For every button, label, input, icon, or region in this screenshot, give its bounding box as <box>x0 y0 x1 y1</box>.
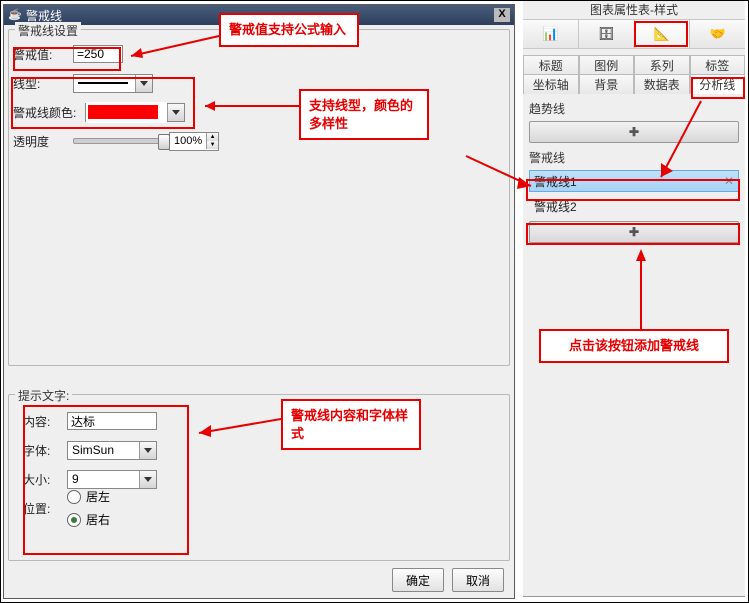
icon-tab-data[interactable]: 🗄 <box>579 20 635 48</box>
alert-item-1[interactable]: 警戒线1 ✕ <box>529 170 739 192</box>
settings-fieldset: 警戒线设置 警戒值: 线型: 警戒线颜色: 透明度 <box>8 29 510 366</box>
font-label: 字体: <box>23 442 67 459</box>
font-value: SimSun <box>72 443 114 457</box>
tab-datatable[interactable]: 数据表 <box>634 74 690 94</box>
chevron-down-icon[interactable] <box>167 104 184 121</box>
opacity-slider[interactable] <box>73 138 165 144</box>
color-label: 警戒线颜色: <box>13 104 85 121</box>
callout-add: 点击该按钮添加警戒线 <box>539 329 729 363</box>
tab-label[interactable]: 标签 <box>690 55 746 75</box>
alert-line-dialog: ☕ 警戒线 X 警戒线设置 警戒值: 线型: 警戒线颜色: <box>3 4 515 599</box>
icon-tab-chart[interactable]: 📊 <box>523 20 579 48</box>
position-left-radio[interactable] <box>67 490 81 504</box>
size-combo[interactable]: 9 <box>67 470 157 489</box>
icon-tab-bar: 📊 🗄 📐 🤝 <box>523 20 745 49</box>
text-tab-bar: 标题 图例 系列 标签 坐标轴 背景 数据表 分析线 <box>523 55 745 94</box>
position-left-label: 居左 <box>86 488 110 505</box>
list-item-label: 警戒线1 <box>534 173 577 190</box>
line-type-label: 线型: <box>13 75 73 92</box>
opacity-spinner[interactable]: 100% ▲▼ <box>169 132 219 151</box>
font-combo[interactable]: SimSun <box>67 441 157 460</box>
icon-tab-style[interactable]: 📐 <box>635 20 691 48</box>
slider-thumb[interactable] <box>158 134 170 150</box>
opacity-label: 透明度 <box>13 133 73 150</box>
content-input[interactable] <box>67 412 157 430</box>
tab-analysis[interactable]: 分析线 <box>690 74 746 94</box>
remove-icon[interactable]: ✕ <box>724 174 734 188</box>
color-combo[interactable] <box>85 103 185 122</box>
color-swatch <box>88 105 158 119</box>
text-fieldset: 提示文字: 内容: 字体: SimSun 大小: 9 位置: <box>8 394 510 561</box>
tab-title[interactable]: 标题 <box>523 55 579 75</box>
ok-button[interactable]: 确定 <box>392 568 444 592</box>
icon-tab-interact[interactable]: 🤝 <box>690 20 745 48</box>
list-item-label: 警戒线2 <box>534 198 577 215</box>
position-label: 位置: <box>23 500 67 517</box>
size-label: 大小: <box>23 471 67 488</box>
tab-legend[interactable]: 图例 <box>579 55 635 75</box>
panel-title: 图表属性表-样式 <box>523 1 745 20</box>
opacity-value: 100% <box>170 135 206 147</box>
size-value: 9 <box>72 472 79 486</box>
callout-text: 警戒线内容和字体样式 <box>281 399 421 450</box>
chevron-down-icon[interactable] <box>135 75 152 92</box>
cancel-button[interactable]: 取消 <box>452 568 504 592</box>
value-label: 警戒值: <box>13 46 73 63</box>
settings-fieldset-label: 警戒线设置 <box>15 22 81 39</box>
add-alert-button[interactable]: ✚ <box>529 221 739 243</box>
add-trend-button[interactable]: ✚ <box>529 121 739 143</box>
trend-section-label: 趋势线 <box>529 100 739 117</box>
chevron-down-icon[interactable] <box>139 471 156 488</box>
property-panel: 图表属性表-样式 📊 🗄 📐 🤝 标题 图例 系列 标签 坐标轴 背景 数据表 … <box>523 1 745 597</box>
content-label: 内容: <box>23 413 67 430</box>
position-right-label: 居右 <box>86 511 110 528</box>
callout-formula: 警戒值支持公式输入 <box>219 13 359 47</box>
alert-section-label: 警戒线 <box>529 149 739 166</box>
spin-up-icon[interactable]: ▲ <box>206 133 218 141</box>
line-type-combo[interactable] <box>73 74 153 93</box>
tab-series[interactable]: 系列 <box>634 55 690 75</box>
text-fieldset-label: 提示文字: <box>15 387 72 404</box>
chevron-down-icon[interactable] <box>139 442 156 459</box>
line-sample-icon <box>78 82 128 84</box>
callout-style: 支持线型，颜色的多样性 <box>299 89 429 140</box>
tab-bg[interactable]: 背景 <box>579 74 635 94</box>
close-icon[interactable]: X <box>494 8 510 22</box>
tab-axis[interactable]: 坐标轴 <box>523 74 579 94</box>
position-right-radio[interactable] <box>67 513 81 527</box>
alert-item-2[interactable]: 警戒线2 <box>529 195 739 217</box>
alert-value-input[interactable] <box>73 45 123 63</box>
spin-down-icon[interactable]: ▼ <box>206 141 218 149</box>
app-icon: ☕ <box>8 8 22 22</box>
